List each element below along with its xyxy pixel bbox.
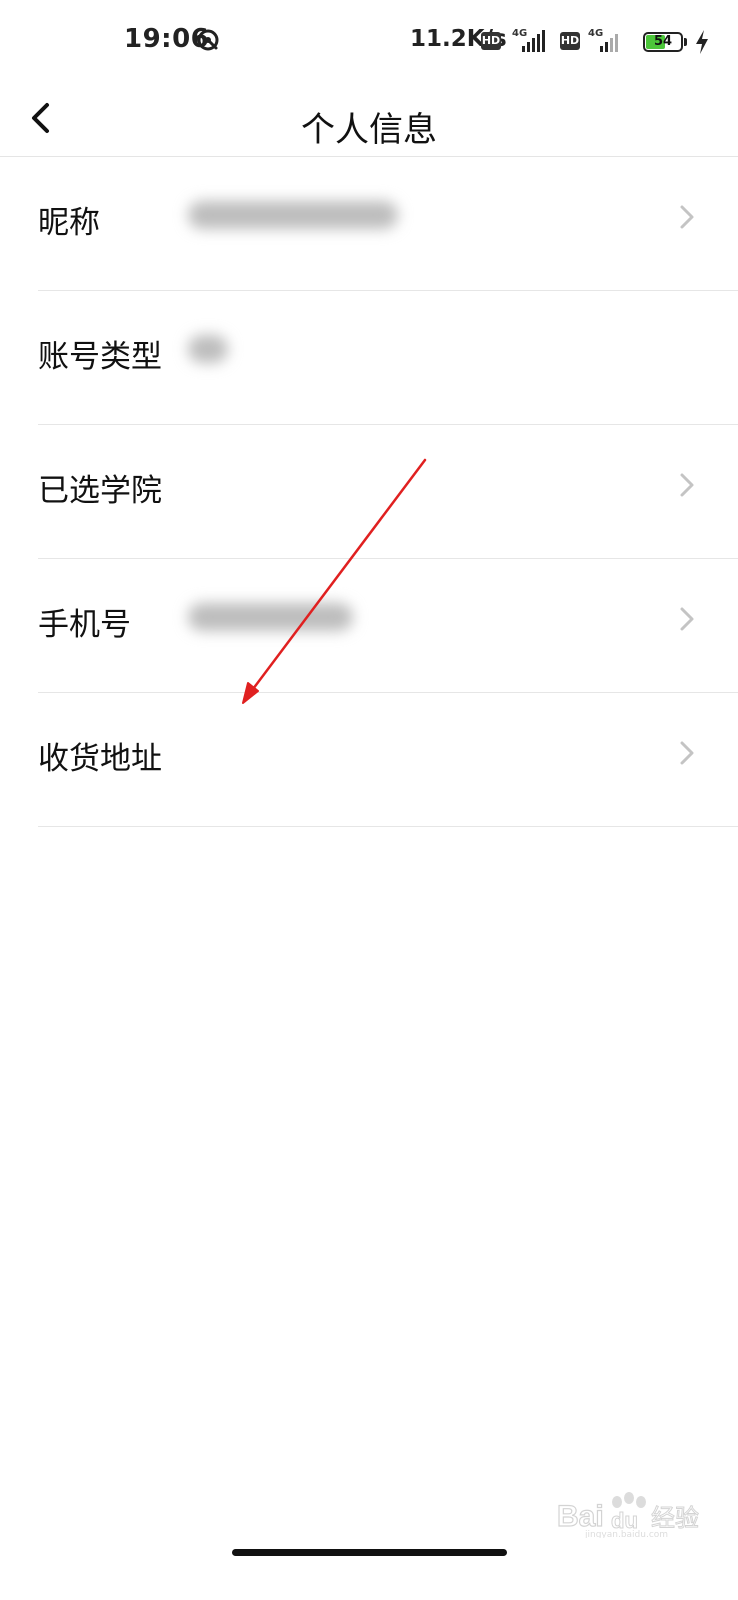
row-label-college: 已选学院 <box>38 473 162 509</box>
status-bar: 19:06 11.2K/s HD 4G HD 4G 54 <box>0 0 738 84</box>
page-title: 个人信息 <box>301 110 437 150</box>
account-type-value-blurred <box>188 335 228 363</box>
chevron-right-icon <box>680 473 694 497</box>
row-label-shipping-address: 收货地址 <box>38 741 162 777</box>
row-label-phone: 手机号 <box>38 607 131 643</box>
chevron-right-icon <box>680 205 694 229</box>
baidu-watermark-logo: Bai du 经验 jingyan.baidu.com <box>556 1492 700 1538</box>
signal-strength-icon <box>522 30 545 52</box>
row-college[interactable]: 已选学院 <box>0 425 738 559</box>
battery-tip <box>684 38 687 46</box>
row-label-nickname: 昵称 <box>38 205 100 241</box>
notification-app-icon <box>197 29 219 51</box>
chevron-right-icon <box>680 607 694 631</box>
svg-text:经验: 经验 <box>651 1504 699 1532</box>
svg-text:jingyan.baidu.com: jingyan.baidu.com <box>584 1530 668 1538</box>
svg-text:Bai: Bai <box>557 1500 604 1533</box>
info-list: 昵称 账号类型 已选学院 手机号 收货地址 <box>0 157 738 827</box>
chevron-right-icon <box>680 741 694 765</box>
nickname-value-blurred <box>188 201 398 229</box>
row-shipping-address[interactable]: 收货地址 <box>0 693 738 827</box>
battery-level: 54 <box>653 34 673 49</box>
row-account-type: 账号类型 <box>0 291 738 425</box>
row-nickname[interactable]: 昵称 <box>0 157 738 291</box>
phone-value-blurred <box>188 603 353 631</box>
charging-bolt-icon <box>696 30 708 54</box>
home-indicator[interactable] <box>232 1549 507 1556</box>
hd-badge-2: HD <box>560 32 580 50</box>
page-header: 个人信息 <box>0 84 738 157</box>
row-label-account-type: 账号类型 <box>38 339 162 375</box>
signal-strength-icon-2 <box>600 34 618 52</box>
battery-icon: 54 <box>643 32 683 52</box>
row-phone[interactable]: 手机号 <box>0 559 738 693</box>
hd-badge: HD <box>481 32 501 50</box>
